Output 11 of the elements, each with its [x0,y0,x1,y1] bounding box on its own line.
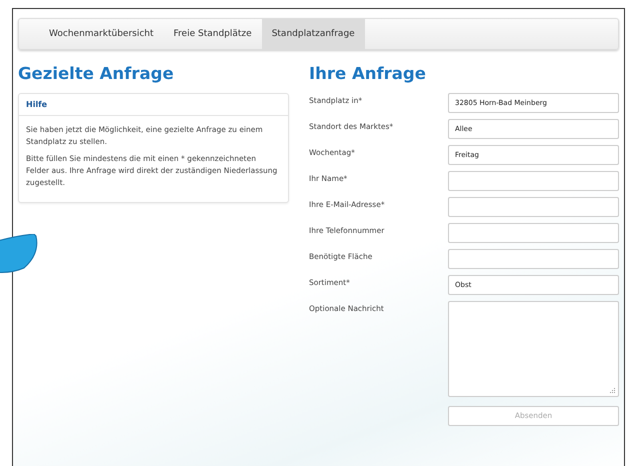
section-heading: Gezielte Anfrage [18,64,175,83]
tab[interactable]: Standplatzanfrage [262,19,365,49]
input-field[interactable] [448,223,619,243]
message-field[interactable] [448,301,619,397]
form-heading: Ihre Anfrage [309,64,427,83]
tab[interactable]: Freie Standplätze [164,19,262,49]
input-field[interactable] [448,197,619,217]
input-field[interactable] [448,249,619,269]
input-field[interactable] [448,171,619,191]
card-title: Hilfe [19,94,288,116]
tab[interactable]: Wochenmarktübersicht [39,19,164,49]
